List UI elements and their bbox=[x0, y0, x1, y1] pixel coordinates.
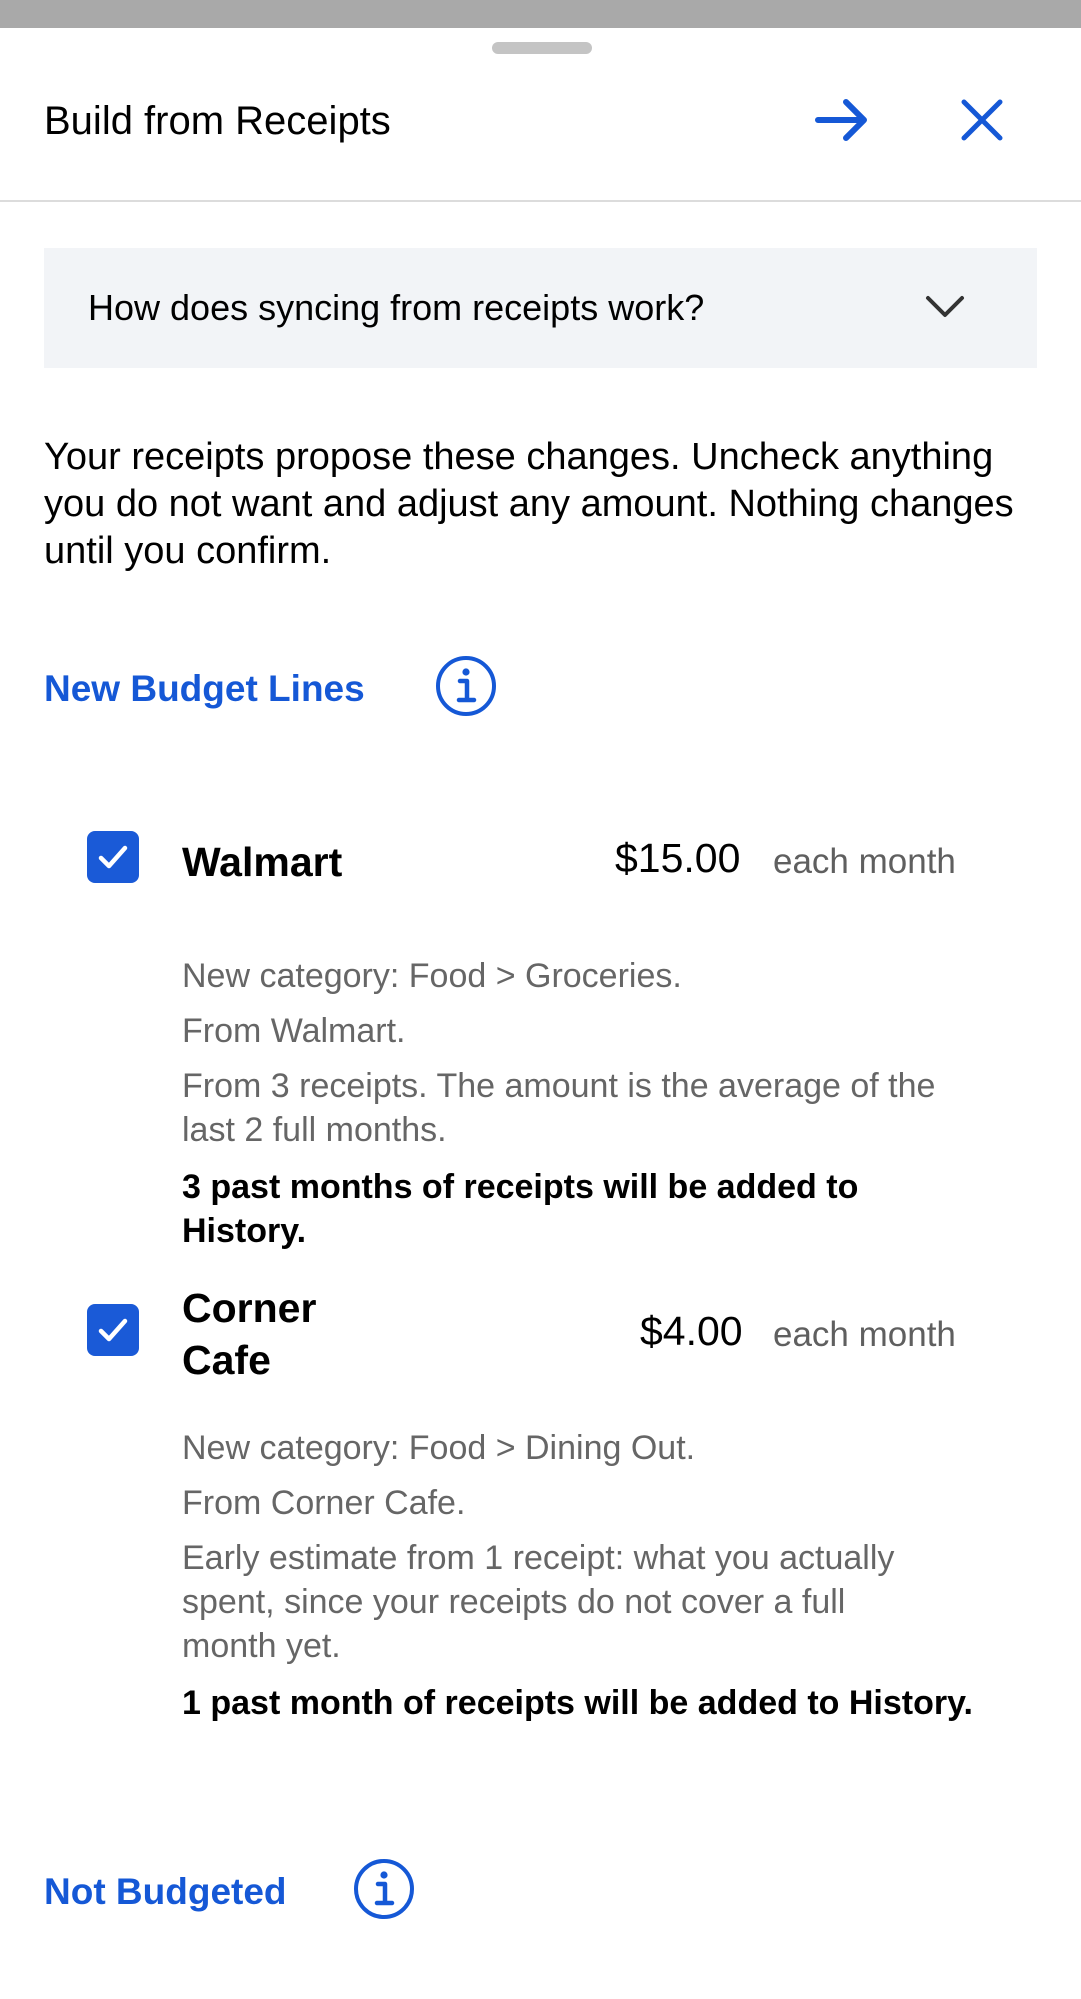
item-category: New category: Food > Groceries. bbox=[182, 957, 682, 995]
item-note: Early estimate from 1 receipt: what you … bbox=[182, 1539, 895, 1665]
item-history-note: 1 past month of receipts will be added t… bbox=[182, 1684, 973, 1722]
chevron-down-icon bbox=[926, 296, 964, 317]
status-bar bbox=[0, 0, 1081, 28]
item-checkbox[interactable] bbox=[87, 831, 139, 883]
item-category: New category: Food > Dining Out. bbox=[182, 1429, 696, 1467]
info-icon[interactable] bbox=[434, 654, 498, 718]
item-name: Corner Cafe bbox=[182, 1285, 317, 1383]
sheet-header: Build from Receipts bbox=[0, 28, 1081, 202]
item-period: each month bbox=[773, 1315, 956, 1354]
item-checkbox[interactable] bbox=[87, 1304, 139, 1356]
section-title-not-budgeted: Not Budgeted bbox=[44, 1871, 287, 1912]
intro-text: Your receipts propose these changes. Unc… bbox=[44, 436, 1014, 572]
section-title-new-budget-lines: New Budget Lines bbox=[44, 668, 365, 709]
faq-accordion[interactable]: How does syncing from receipts work? bbox=[44, 248, 1037, 368]
checkmark-icon bbox=[98, 1318, 128, 1342]
checkmark-icon bbox=[98, 845, 128, 869]
next-button[interactable] bbox=[804, 82, 880, 158]
item-source: From Walmart. bbox=[182, 1012, 406, 1050]
item-source: From Corner Cafe. bbox=[182, 1484, 466, 1522]
faq-question: How does syncing from receipts work? bbox=[88, 287, 705, 328]
page-title: Build from Receipts bbox=[44, 99, 391, 143]
item-history-note: 3 past months of receipts will be added … bbox=[182, 1168, 859, 1250]
item-note: From 3 receipts. The amount is the avera… bbox=[182, 1067, 936, 1149]
close-button[interactable] bbox=[944, 82, 1020, 158]
item-name: Walmart bbox=[182, 839, 343, 885]
info-icon[interactable] bbox=[352, 1857, 416, 1921]
bottom-sheet: Build from Receipts How does syncing fro… bbox=[0, 28, 1081, 1999]
item-amount[interactable]: $15.00 bbox=[615, 832, 740, 884]
arrow-right-icon bbox=[815, 99, 867, 141]
item-period: each month bbox=[773, 842, 956, 881]
item-amount[interactable]: $4.00 bbox=[640, 1305, 743, 1357]
close-icon bbox=[961, 99, 1003, 141]
